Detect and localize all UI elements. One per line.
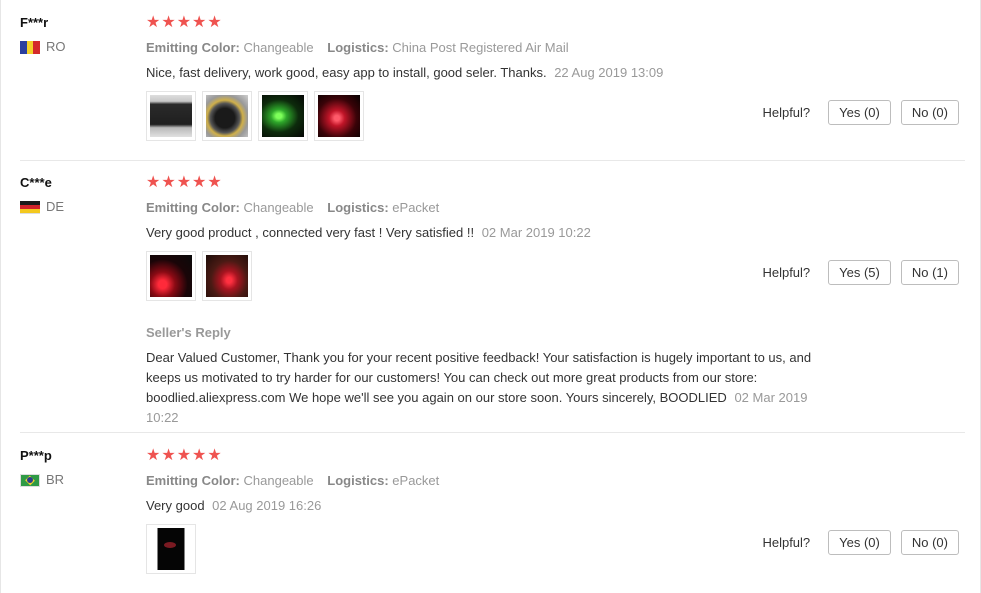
star-rating: ★★★★★ xyxy=(146,174,846,194)
review-photo-thumbnail[interactable] xyxy=(202,251,252,301)
emitting-color-value: Changeable xyxy=(243,40,314,55)
reviewer-country: BR xyxy=(20,472,130,488)
romania-flag-icon xyxy=(20,40,40,54)
star-icon: ★ xyxy=(176,447,192,464)
review-photo-thumbnail[interactable] xyxy=(146,524,196,574)
logistics-label: Logistics: xyxy=(327,200,389,215)
star-icon: ★ xyxy=(207,14,222,31)
star-icon: ★ xyxy=(161,447,176,464)
brazil-flag-icon xyxy=(20,473,40,487)
star-icon: ★ xyxy=(161,14,176,31)
reviewer-info: C***e DE xyxy=(20,174,130,215)
review-photos xyxy=(146,91,846,141)
star-icon: ★ xyxy=(146,174,161,191)
review-text: Nice, fast delivery, work good, easy app… xyxy=(146,64,846,82)
helpful-label: Helpful? xyxy=(762,265,811,280)
helpful-no-button[interactable]: No (0) xyxy=(900,100,959,125)
review-photo-thumbnail[interactable] xyxy=(314,91,364,141)
review-photo-thumbnail[interactable] xyxy=(146,91,196,141)
country-code: DE xyxy=(46,199,65,214)
logistics-label: Logistics: xyxy=(327,473,389,488)
review-date: 02 Aug 2019 16:26 xyxy=(212,498,322,513)
reviewer-name: F***r xyxy=(20,15,49,30)
star-rating: ★★★★★ xyxy=(146,14,846,34)
review-attributes: Emitting Color: Changeable Logistics: Ch… xyxy=(146,40,846,56)
seller-reply-text: Dear Valued Customer, Thank you for your… xyxy=(146,348,836,428)
review-body: Very good xyxy=(146,498,205,513)
star-icon: ★ xyxy=(176,14,192,31)
germany-flag-icon xyxy=(20,200,40,214)
reviewer-name: P***p xyxy=(20,448,52,463)
reviewer-country: RO xyxy=(20,39,130,55)
reviewer-country: DE xyxy=(20,199,130,215)
review-photo-thumbnail[interactable] xyxy=(258,91,308,141)
logistics-value: ePacket xyxy=(392,473,440,488)
review-date: 22 Aug 2019 13:09 xyxy=(554,65,664,80)
emitting-color-value: Changeable xyxy=(243,473,314,488)
star-icon: ★ xyxy=(146,14,161,31)
helpful-no-button[interactable]: No (0) xyxy=(900,530,959,555)
review-content: ★★★★★ Emitting Color: Changeable Logisti… xyxy=(146,174,846,428)
reviewer-name: C***e xyxy=(20,175,52,190)
star-icon: ★ xyxy=(207,447,222,464)
review-text: Very good 02 Aug 2019 16:26 xyxy=(146,497,846,515)
country-code: RO xyxy=(46,39,66,54)
star-icon: ★ xyxy=(192,447,207,464)
review-attributes: Emitting Color: Changeable Logistics: eP… xyxy=(146,200,846,216)
seller-reply-body: Dear Valued Customer, Thank you for your… xyxy=(146,350,812,405)
frame-border-left xyxy=(0,0,1,593)
review-item: C***e DE ★★★★★ Emitting Color: Changeabl… xyxy=(20,174,965,433)
helpful-yes-button[interactable]: Yes (0) xyxy=(828,530,891,555)
helpful-yes-button[interactable]: Yes (0) xyxy=(828,100,891,125)
star-icon: ★ xyxy=(161,174,176,191)
review-body: Nice, fast delivery, work good, easy app… xyxy=(146,65,547,80)
helpful-controls: Helpful? Yes (5) No (1) xyxy=(762,260,959,285)
helpful-yes-button[interactable]: Yes (5) xyxy=(828,260,891,285)
emitting-color-label: Emitting Color: xyxy=(146,473,240,488)
review-content: ★★★★★ Emitting Color: Changeable Logisti… xyxy=(146,14,846,141)
review-photo-thumbnail[interactable] xyxy=(202,91,252,141)
emitting-color-value: Changeable xyxy=(243,200,314,215)
logistics-value: China Post Registered Air Mail xyxy=(392,40,569,55)
star-icon: ★ xyxy=(146,447,161,464)
review-body: Very good product , connected very fast … xyxy=(146,225,475,240)
star-icon: ★ xyxy=(192,174,207,191)
emitting-color-label: Emitting Color: xyxy=(146,200,240,215)
review-attributes: Emitting Color: Changeable Logistics: eP… xyxy=(146,473,846,489)
review-item: F***r RO ★★★★★ Emitting Color: Changeabl… xyxy=(20,14,965,161)
star-icon: ★ xyxy=(176,174,192,191)
review-date: 02 Mar 2019 10:22 xyxy=(481,225,591,240)
helpful-label: Helpful? xyxy=(762,105,811,120)
review-photo-thumbnail[interactable] xyxy=(146,251,196,301)
emitting-color-label: Emitting Color: xyxy=(146,40,240,55)
seller-reply-title: Seller's Reply xyxy=(146,325,231,340)
reviewer-info: F***r RO xyxy=(20,14,130,55)
helpful-no-button[interactable]: No (1) xyxy=(900,260,959,285)
review-photos xyxy=(146,251,846,301)
star-icon: ★ xyxy=(192,14,207,31)
star-rating: ★★★★★ xyxy=(146,447,846,467)
logistics-label: Logistics: xyxy=(327,40,389,55)
review-item: P***p BR ★★★★★ Emitting Color: Changeabl… xyxy=(20,447,965,587)
reviewer-info: P***p BR xyxy=(20,447,130,488)
helpful-controls: Helpful? Yes (0) No (0) xyxy=(762,100,959,125)
logistics-value: ePacket xyxy=(392,200,440,215)
helpful-label: Helpful? xyxy=(762,535,811,550)
helpful-controls: Helpful? Yes (0) No (0) xyxy=(762,530,959,555)
review-text: Very good product , connected very fast … xyxy=(146,224,846,242)
review-content: ★★★★★ Emitting Color: Changeable Logisti… xyxy=(146,447,846,574)
review-photos xyxy=(146,524,846,574)
star-icon: ★ xyxy=(207,174,222,191)
country-code: BR xyxy=(46,472,65,487)
